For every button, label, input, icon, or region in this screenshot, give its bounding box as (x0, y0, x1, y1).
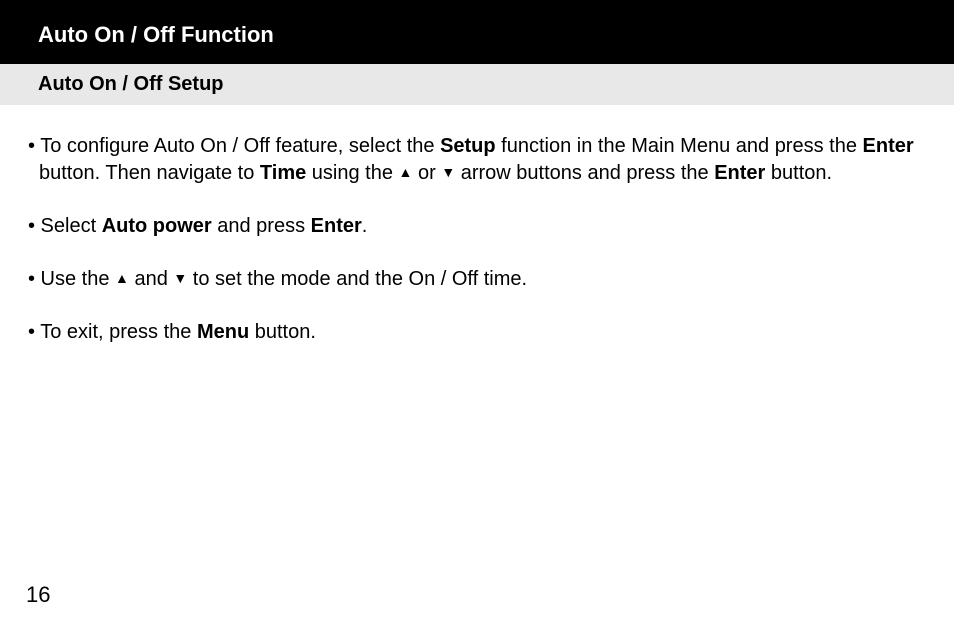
text: • Select (28, 215, 102, 237)
down-arrow-icon: ▼ (173, 270, 187, 286)
text: button. Then navigate to (39, 162, 260, 184)
text: arrow buttons and press the (455, 162, 714, 184)
up-arrow-icon: ▲ (115, 270, 129, 286)
text: button. (765, 162, 832, 184)
header-bar: Auto On / Off Function (0, 0, 954, 64)
sub-header-title: Auto On / Off Setup (38, 73, 224, 95)
bullet-item-1: • To configure Auto On / Off feature, se… (28, 133, 916, 187)
up-arrow-icon: ▲ (399, 164, 413, 180)
bold-menu: Menu (197, 321, 249, 343)
text: • To configure Auto On / Off feature, se… (28, 135, 440, 157)
bullet-item-2: • Select Auto power and press Enter. (28, 213, 916, 240)
bold-auto-power: Auto power (102, 215, 212, 237)
bullet-item-3: • Use the ▲ and ▼ to set the mode and th… (28, 266, 916, 293)
bullet-item-4: • To exit, press the Menu button. (28, 319, 916, 346)
content-body: • To configure Auto On / Off feature, se… (0, 105, 954, 346)
text: using the (306, 162, 398, 184)
text: • Use the (28, 268, 115, 290)
header-title: Auto On / Off Function (38, 22, 274, 47)
text: and press (212, 215, 311, 237)
text: function in the Main Menu and press the (496, 135, 863, 157)
text: button. (249, 321, 316, 343)
bold-enter: Enter (311, 215, 362, 237)
page-number: 16 (26, 582, 50, 608)
bold-setup: Setup (440, 135, 496, 157)
text: • To exit, press the (28, 321, 197, 343)
down-arrow-icon: ▼ (441, 164, 455, 180)
text: or (412, 162, 441, 184)
text: to set the mode and the On / Off time. (187, 268, 527, 290)
bold-enter: Enter (863, 135, 914, 157)
bold-time: Time (260, 162, 306, 184)
sub-header: Auto On / Off Setup (0, 64, 954, 105)
bold-enter: Enter (714, 162, 765, 184)
text: . (362, 215, 368, 237)
text: and (129, 268, 173, 290)
